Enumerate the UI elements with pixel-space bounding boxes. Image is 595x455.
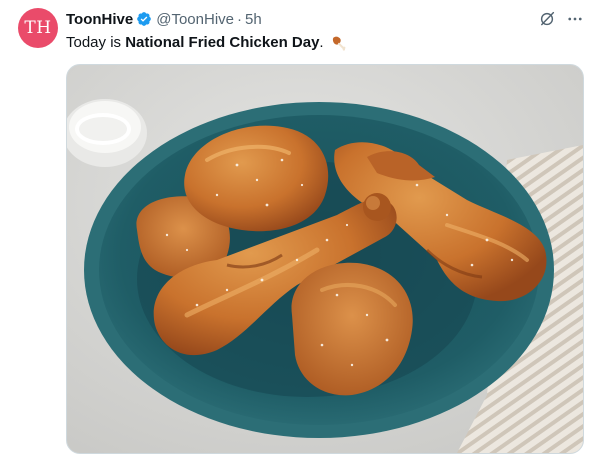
post-image[interactable] [66,64,584,454]
poultry-leg-emoji [332,36,346,51]
avatar-initials: TH [24,18,52,38]
more-icon[interactable] [566,10,584,28]
separator-dot: · [237,10,242,28]
author-name[interactable]: ToonHive [66,11,133,28]
verified-badge-icon [137,12,152,26]
tweet-header: ToonHive @ToonHive · 5h [66,10,262,28]
grok-icon[interactable] [538,10,556,28]
tweet-text: Today is National Fried Chicken Day . [66,33,348,53]
post-timestamp[interactable]: 5h [245,11,262,28]
fried-chicken-photo [67,65,583,453]
author-handle[interactable]: @ToonHive [156,11,234,28]
author-avatar[interactable]: TH [18,8,58,48]
tweet-card[interactable]: TH ToonHive @ToonHive · 5h Today is Nati… [0,0,595,455]
tweet-text-prefix: Today is [66,34,126,51]
tweet-text-suffix: . [319,34,324,51]
tweet-text-bold: National Fried Chicken Day [125,34,320,51]
